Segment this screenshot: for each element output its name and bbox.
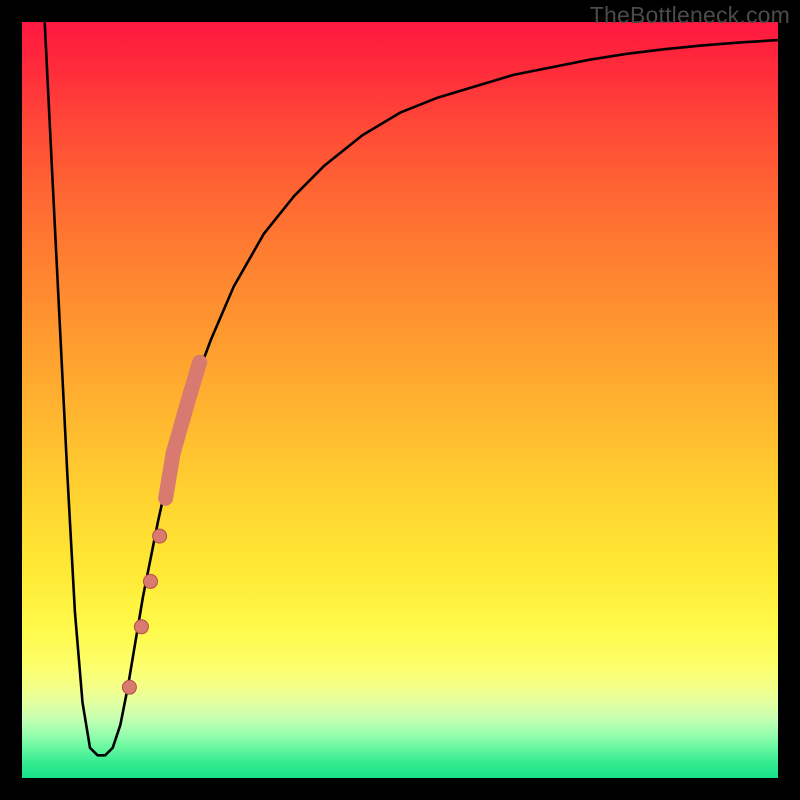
highlight-dot-icon (122, 680, 136, 694)
highlight-dot-icon (144, 574, 158, 588)
watermark-text: TheBottleneck.com (590, 2, 790, 29)
highlight-dot-icon (134, 620, 148, 634)
highlight-markers (22, 22, 778, 778)
highlight-dot-icon (153, 529, 167, 543)
highlight-segment (166, 362, 200, 498)
chart-frame: TheBottleneck.com (0, 0, 800, 800)
plot-area (22, 22, 778, 778)
